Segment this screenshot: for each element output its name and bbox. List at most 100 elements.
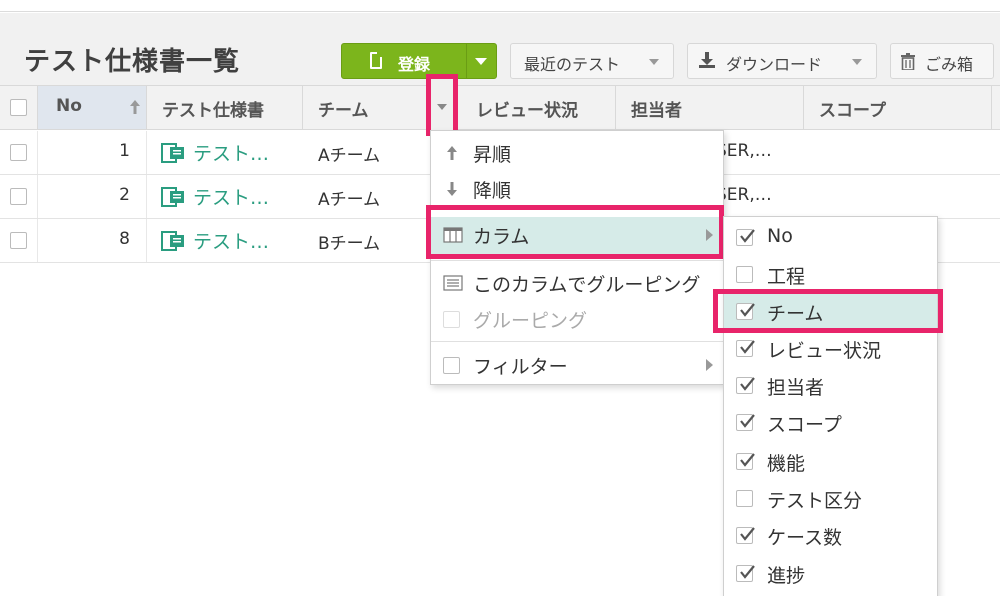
column-header-label: スコープ xyxy=(819,101,886,121)
column-toggle-scope[interactable]: スコープ xyxy=(724,404,937,441)
checkmark-icon xyxy=(740,414,755,428)
column-checkbox[interactable] xyxy=(736,490,753,507)
recent-tests-label: 最近のテスト xyxy=(524,55,621,74)
column-visibility-submenu: No 工程 チーム レビュー状況 担当者 スコープ 機能 テスト区分 ケース数 … xyxy=(723,216,938,596)
column-menu-trigger[interactable] xyxy=(426,74,458,136)
column-header-no[interactable]: No xyxy=(38,86,147,129)
row-checkbox[interactable] xyxy=(10,232,27,249)
spec-link[interactable]: テスト… xyxy=(193,227,269,254)
row-team: Aチーム xyxy=(318,190,381,210)
row-select-cell xyxy=(0,175,38,218)
menu-item-group-by-column[interactable]: このカラムでグルーピング xyxy=(431,265,723,301)
row-no: 8 xyxy=(119,229,130,249)
download-button[interactable]: ダウンロード xyxy=(687,43,877,79)
column-checkbox[interactable] xyxy=(736,453,755,470)
row-select-cell xyxy=(0,219,38,262)
row-spec-cell: テスト… xyxy=(147,131,303,174)
menu-item-sort-ascending[interactable]: 昇順 xyxy=(431,135,723,171)
menu-item-grouping: グルーピング xyxy=(431,301,723,337)
checkmark-icon xyxy=(740,377,755,391)
column-toggle-label: 機能 xyxy=(767,453,806,475)
sort-ascending-icon xyxy=(130,100,140,114)
menu-item-label: フィルター xyxy=(473,356,568,378)
menu-item-label: このカラムでグルーピング xyxy=(473,274,701,296)
chevron-down-icon xyxy=(437,104,447,110)
row-team: Aチーム xyxy=(318,146,381,166)
row-no-cell: 2 xyxy=(38,175,147,218)
column-toggle-assignee[interactable]: 担当者 xyxy=(724,367,937,404)
chevron-down-icon xyxy=(649,59,659,65)
register-label: 登録 xyxy=(398,55,431,74)
column-header-label: チーム xyxy=(318,101,369,121)
chevron-right-icon xyxy=(706,359,713,371)
checkmark-icon xyxy=(740,340,755,354)
group-icon xyxy=(443,275,463,291)
column-header-label: テスト仕様書 xyxy=(162,101,264,121)
trash-label: ごみ箱 xyxy=(925,55,974,74)
column-toggle-test-category[interactable]: テスト区分 xyxy=(724,480,937,517)
column-checkbox[interactable] xyxy=(736,266,753,283)
register-split-divider xyxy=(466,44,467,78)
column-toggle-label: レビュー状況 xyxy=(767,340,882,362)
row-no: 1 xyxy=(119,141,130,161)
column-toggle-label: ケース数 xyxy=(767,527,843,549)
row-select-cell xyxy=(0,131,38,174)
top-border xyxy=(0,0,1000,12)
column-header-assignee[interactable]: 担当者 xyxy=(616,86,804,129)
column-header-spec[interactable]: テスト仕様書 xyxy=(147,86,303,129)
menu-divider xyxy=(431,341,723,342)
download-label: ダウンロード xyxy=(726,55,823,74)
column-toggle-case-count[interactable]: ケース数 xyxy=(724,517,937,554)
chevron-down-icon xyxy=(852,59,862,65)
row-spec-cell: テスト… xyxy=(147,175,303,218)
spec-link[interactable]: テスト… xyxy=(193,183,269,210)
row-assignee: SER,… xyxy=(716,141,772,161)
spec-document-icon xyxy=(161,143,184,163)
column-toggle-no[interactable]: No xyxy=(724,219,937,256)
trash-icon xyxy=(901,53,915,70)
column-toggle-function[interactable]: 機能 xyxy=(724,443,937,480)
highlight-columns-item xyxy=(426,205,724,259)
spec-document-icon xyxy=(161,231,184,251)
column-header-label: 担当者 xyxy=(631,101,682,121)
row-assignee: SER,… xyxy=(716,185,772,205)
column-checkbox[interactable] xyxy=(736,414,755,431)
recent-tests-button[interactable]: 最近のテスト xyxy=(510,43,674,79)
register-button[interactable]: 登録 xyxy=(341,43,497,79)
column-toggle-label: 進捗 xyxy=(767,565,806,587)
page-title: テスト仕様書一覧 xyxy=(24,47,241,77)
trash-button[interactable]: ごみ箱 xyxy=(890,43,994,79)
spec-link[interactable]: テスト… xyxy=(193,139,269,166)
row-no-cell: 1 xyxy=(38,131,147,174)
column-checkbox[interactable] xyxy=(736,229,755,246)
column-checkbox[interactable] xyxy=(736,527,755,544)
checkmark-icon xyxy=(740,527,755,541)
chevron-down-icon[interactable] xyxy=(475,58,487,65)
row-no: 2 xyxy=(119,185,130,205)
page-header: テスト仕様書一覧 登録 最近のテスト ダウンロード ごみ箱 xyxy=(0,13,1000,85)
column-checkbox[interactable] xyxy=(736,377,755,394)
download-icon xyxy=(699,52,715,68)
row-no-cell: 8 xyxy=(38,219,147,262)
menu-item-filter[interactable]: フィルター xyxy=(431,347,723,383)
column-toggle-label: テスト区分 xyxy=(767,490,863,512)
menu-item-label: 昇順 xyxy=(473,144,512,166)
column-header-review-status[interactable]: レビュー状況 xyxy=(458,86,616,129)
column-header-scope[interactable]: スコープ xyxy=(804,86,992,129)
column-toggle-review-status[interactable]: レビュー状況 xyxy=(724,330,937,367)
table-header: No テスト仕様書 チーム レビュー状況 担当者 スコープ xyxy=(0,85,1000,130)
checkbox-icon[interactable] xyxy=(443,357,460,374)
checkmark-icon xyxy=(740,229,755,243)
document-icon xyxy=(370,52,382,69)
column-toggle-label: 工程 xyxy=(767,266,806,288)
select-all-checkbox[interactable] xyxy=(10,99,27,116)
column-checkbox[interactable] xyxy=(736,565,755,582)
column-checkbox[interactable] xyxy=(736,340,755,357)
column-toggle-progress[interactable]: 進捗 xyxy=(724,555,937,592)
row-checkbox[interactable] xyxy=(10,188,27,205)
checkmark-icon xyxy=(740,565,755,579)
column-toggle-process[interactable]: 工程 xyxy=(724,256,937,293)
menu-item-sort-descending[interactable]: 降順 xyxy=(431,171,723,207)
row-checkbox[interactable] xyxy=(10,144,27,161)
menu-item-label: 降順 xyxy=(473,180,512,202)
